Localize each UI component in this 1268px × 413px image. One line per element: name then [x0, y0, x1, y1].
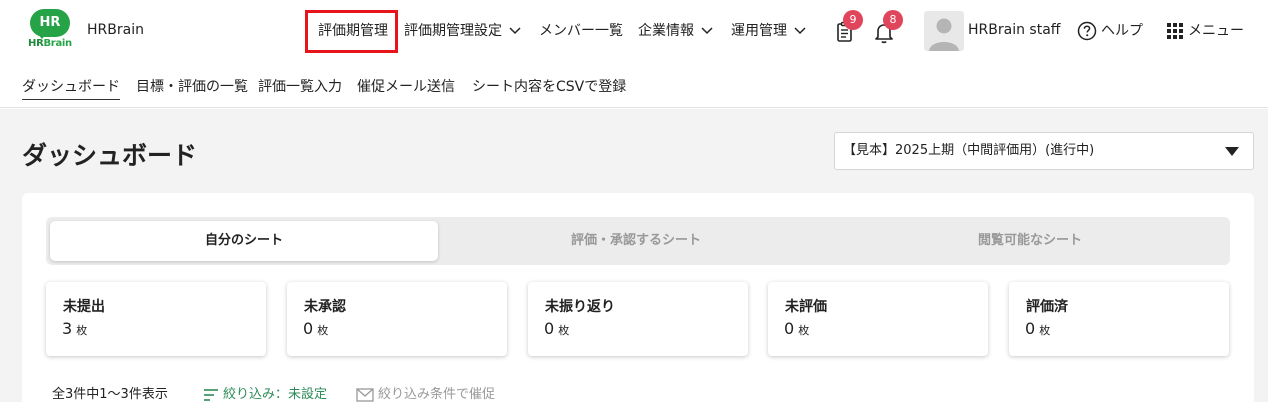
stat-card-unapproved[interactable]: 未承認 0枚 [287, 282, 507, 356]
stat-number: 0 [303, 319, 314, 338]
stat-number: 3 [62, 319, 73, 338]
user-name[interactable]: HRBrain staff [968, 22, 1060, 38]
hrbrain-logo[interactable]: HR HRBrain [28, 9, 72, 49]
sheet-tabs: 自分のシート 評価・承認するシート 閲覧可能なシート [46, 217, 1230, 265]
stat-card-unreviewed[interactable]: 未振り返り 0枚 [528, 282, 748, 356]
stat-card-unevaluated[interactable]: 未評価 0枚 [768, 282, 988, 356]
user-icon [929, 18, 959, 51]
notifications-button[interactable]: 8 [872, 10, 903, 46]
stat-label: 未提出 [63, 299, 105, 315]
tab-evaluate-approve-sheets[interactable]: 評価・承認するシート [442, 221, 830, 261]
logo-wordmark-brain: Brain [43, 38, 72, 49]
grid-menu-icon [1167, 23, 1183, 39]
subnav-evaluation-list-input[interactable]: 評価一覧入力 [258, 76, 342, 96]
period-selected-value: 【見本】2025上期（中間評価用）(進行中) [843, 143, 1095, 158]
chevron-down-icon [701, 27, 713, 35]
menu-button[interactable]: メニュー [1166, 19, 1244, 43]
tab-my-sheets[interactable]: 自分のシート [50, 221, 438, 261]
result-count: 全3件中1〜3件表示 [52, 387, 168, 402]
sub-navigation: ダッシュボード 目標・評価の一覧 評価一覧入力 催促メール送信 シート内容をCS… [0, 62, 1268, 108]
nav-evaluation-settings[interactable]: 評価期管理設定 [404, 20, 521, 42]
stat-unit: 枚 [1039, 324, 1051, 337]
mail-icon [356, 387, 374, 402]
tasks-badge: 9 [843, 10, 863, 30]
chevron-down-icon [794, 27, 806, 35]
question-circle-icon [1077, 21, 1097, 41]
stat-label: 未承認 [304, 299, 346, 315]
dashboard-card: 自分のシート 評価・承認するシート 閲覧可能なシート 未提出 3枚 未承認 0枚… [22, 193, 1254, 413]
stat-value: 0枚 [1025, 319, 1050, 338]
stat-label: 未評価 [785, 299, 827, 315]
nav-label: 評価期管理 [318, 23, 388, 39]
filter-label: 絞り込み：未設定 [223, 387, 328, 402]
stat-label: 評価済 [1026, 299, 1068, 315]
stat-number: 0 [1025, 319, 1036, 338]
subnav-reminder-email[interactable]: 催促メール送信 [357, 76, 455, 96]
stat-unit: 枚 [558, 324, 570, 337]
subnav-dashboard[interactable]: ダッシュボード [22, 76, 120, 100]
subnav-goals-evaluations-list[interactable]: 目標・評価の一覧 [136, 76, 248, 96]
stat-value: 0枚 [784, 319, 809, 338]
evaluation-period-select[interactable]: 【見本】2025上期（中間評価用）(進行中) [834, 132, 1254, 170]
stat-unit: 枚 [798, 324, 810, 337]
stat-value: 3枚 [62, 319, 87, 338]
filter-button[interactable]: 絞り込み：未設定 [203, 383, 327, 402]
stat-unit: 枚 [76, 324, 88, 337]
logo-wordmark-hr: HR [28, 38, 44, 49]
logo-wordmark: HRBrain [28, 38, 72, 49]
remind-by-filter-button[interactable]: 絞り込み条件で催促 [356, 383, 495, 402]
main-content: ダッシュボード 【見本】2025上期（中間評価用）(進行中) 自分のシート 評価… [0, 109, 1268, 413]
stat-number: 0 [784, 319, 795, 338]
nav-label: 運用管理 [731, 23, 787, 39]
stat-number: 0 [544, 319, 555, 338]
help-button[interactable]: ヘルプ [1077, 19, 1143, 43]
nav-member-list[interactable]: メンバー一覧 [539, 20, 623, 42]
tasks-button[interactable]: 9 [832, 10, 863, 46]
nav-operation-management[interactable]: 運用管理 [731, 20, 806, 42]
logo-bubble: HR [30, 9, 70, 37]
top-header: HR HRBrain HRBrain 評価期管理 評価期管理設定 メンバー一覧 … [0, 0, 1268, 62]
stat-card-evaluated[interactable]: 評価済 0枚 [1009, 282, 1229, 356]
stat-value: 0枚 [544, 319, 569, 338]
brand-name: HRBrain [87, 22, 144, 38]
caret-down-icon [1225, 147, 1239, 156]
stat-unit: 枚 [317, 324, 329, 337]
menu-label: メニュー [1188, 23, 1244, 39]
stat-card-unsubmitted[interactable]: 未提出 3枚 [46, 282, 266, 356]
nav-label: 企業情報 [638, 23, 694, 39]
notifications-badge: 8 [883, 10, 903, 30]
tab-viewable-sheets[interactable]: 閲覧可能なシート [834, 221, 1226, 261]
help-label: ヘルプ [1101, 23, 1143, 39]
nav-evaluation-period[interactable]: 評価期管理 [318, 20, 388, 42]
nav-label: メンバー一覧 [539, 23, 623, 39]
page-title: ダッシュボード [22, 141, 198, 170]
subnav-csv-import[interactable]: シート内容をCSVで登録 [472, 76, 626, 96]
stat-value: 0枚 [303, 319, 328, 338]
nav-label: 評価期管理設定 [404, 23, 502, 39]
chevron-down-icon [509, 27, 521, 35]
stat-label: 未振り返り [545, 299, 615, 315]
nav-company-info[interactable]: 企業情報 [638, 20, 713, 42]
remind-label: 絞り込み条件で催促 [378, 387, 496, 402]
avatar[interactable] [924, 11, 964, 51]
filter-icon [204, 388, 218, 401]
